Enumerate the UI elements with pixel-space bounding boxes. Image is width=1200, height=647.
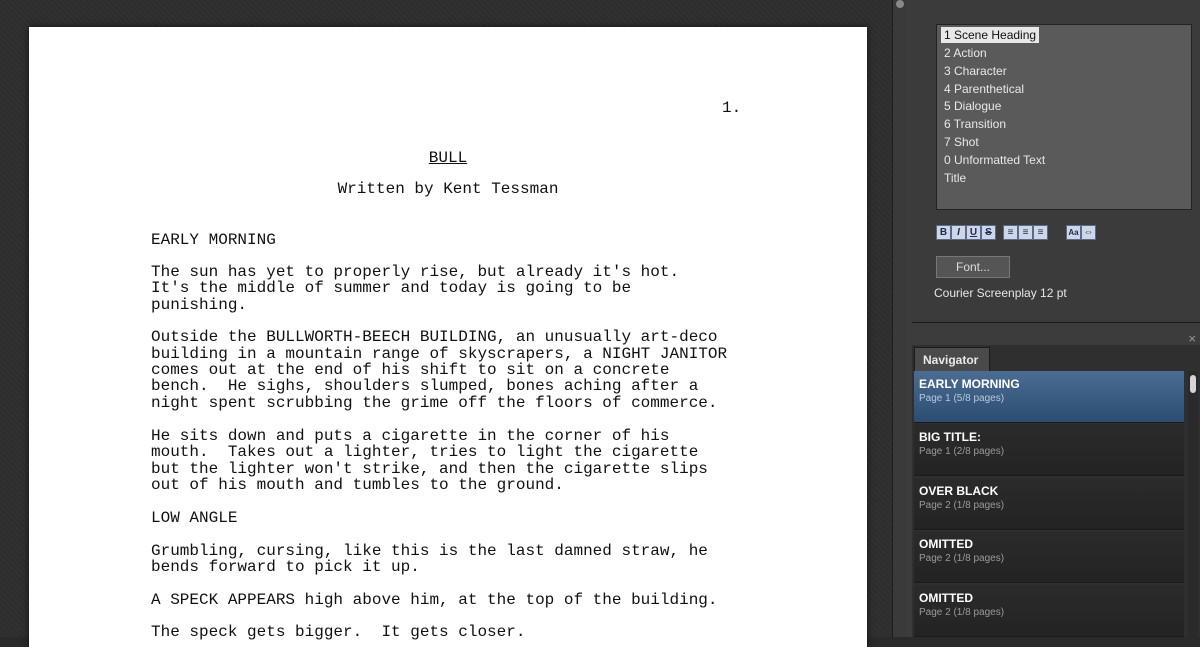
navigator-item[interactable]: OMITTED Page 2 (1/8 pages) (914, 531, 1184, 583)
element-item-unformatted-text[interactable]: 0 Unformatted Text (941, 152, 1048, 168)
action-line[interactable]: It's the middle of summer and today is g… (151, 280, 631, 297)
element-type-list[interactable]: 1 Scene Heading 2 Action 3 Character 4 P… (936, 24, 1192, 210)
action-line[interactable]: bench. He sighs, shoulders slumped, bone… (151, 378, 698, 395)
navigator-item-title: EARLY MORNING (919, 377, 1020, 391)
navigator-item[interactable]: BIG TITLE: Page 1 (2/8 pages) (914, 424, 1184, 476)
navigator-panel: Navigator EARLY MORNING Page 1 (5/8 page… (912, 345, 1200, 637)
element-item-parenthetical[interactable]: 4 Parenthetical (941, 81, 1027, 97)
script-page[interactable]: 1. BULL Written by Kent Tessman EARLY MO… (29, 27, 867, 647)
document-scrollbar-thumb[interactable] (896, 0, 904, 8)
navigator-scrollbar[interactable] (1188, 371, 1198, 637)
navigator-item-title: OMITTED (919, 537, 973, 551)
scene-heading[interactable]: EARLY MORNING (151, 232, 276, 249)
navigator-list[interactable]: EARLY MORNING Page 1 (5/8 pages) BIG TIT… (914, 371, 1186, 637)
document-scrollbar[interactable] (892, 0, 907, 637)
action-line[interactable]: Outside the BULLWORTH-BEECH BUILDING, an… (151, 329, 718, 346)
elements-panel: 1 Scene Heading 2 Action 3 Character 4 P… (912, 0, 1200, 323)
shot-heading[interactable]: LOW ANGLE (151, 510, 237, 527)
action-line[interactable]: A SPECK APPEARS high above him, at the t… (151, 592, 718, 609)
script-title[interactable]: BULL (29, 149, 867, 167)
tab-navigator[interactable]: Navigator (914, 347, 990, 371)
script-byline[interactable]: Written by Kent Tessman (29, 180, 867, 198)
navigator-item[interactable]: EARLY MORNING Page 1 (5/8 pages) (914, 371, 1184, 423)
action-line[interactable]: The speck gets bigger. It gets closer. (151, 624, 525, 641)
element-item-action[interactable]: 2 Action (941, 45, 990, 61)
navigator-item-pages: Page 2 (1/8 pages) (919, 500, 1005, 511)
navigator-item[interactable]: OMITTED Page 2 (1/8 pages) (914, 585, 1184, 637)
action-line[interactable]: night spent scrubbing the grime off the … (151, 395, 718, 412)
script-editor-area[interactable]: 1. BULL Written by Kent Tessman EARLY MO… (0, 0, 892, 647)
navigator-item-pages: Page 2 (1/8 pages) (919, 607, 1005, 618)
action-line[interactable]: punishing. (151, 297, 247, 314)
align-right-icon[interactable]: ≡ (1033, 225, 1048, 240)
action-line[interactable]: out of his mouth and tumbles to the grou… (151, 477, 564, 494)
action-line[interactable]: mouth. Takes out a lighter, tries to lig… (151, 444, 698, 461)
navigator-item-title: OVER BLACK (919, 484, 999, 498)
element-item-scene-heading[interactable]: 1 Scene Heading (941, 27, 1040, 43)
bold-icon[interactable]: B (936, 225, 951, 240)
navigator-item[interactable]: OVER BLACK Page 2 (1/8 pages) (914, 478, 1184, 530)
swap-icon[interactable]: ⇔ (1081, 225, 1096, 240)
strikethrough-icon[interactable]: S (981, 225, 996, 240)
navigator-item-pages: Page 1 (5/8 pages) (919, 393, 1005, 404)
navigator-item-pages: Page 1 (2/8 pages) (919, 446, 1005, 457)
italic-icon[interactable]: I (951, 225, 966, 240)
element-item-title[interactable]: Title (941, 170, 969, 186)
align-left-icon[interactable]: ≡ (1003, 225, 1018, 240)
align-center-icon[interactable]: ≡ (1018, 225, 1033, 240)
underline-icon[interactable]: U (966, 225, 981, 240)
element-item-character[interactable]: 3 Character (941, 63, 1010, 79)
font-button[interactable]: Font... (936, 256, 1010, 278)
navigator-item-title: OMITTED (919, 591, 973, 605)
element-item-shot[interactable]: 7 Shot (941, 134, 982, 150)
font-size-icon[interactable]: Aa (1066, 225, 1081, 240)
navigator-scrollbar-thumb[interactable] (1190, 375, 1196, 393)
element-item-dialogue[interactable]: 5 Dialogue (941, 98, 1004, 114)
navigator-item-title: BIG TITLE: (919, 430, 981, 444)
inspector-panel: 1 Scene Heading 2 Action 3 Character 4 P… (906, 0, 1200, 637)
font-label: Courier Screenplay 12 pt (934, 286, 1067, 300)
action-line[interactable]: bends forward to pick it up. (151, 559, 420, 576)
page-number: 1. (722, 99, 742, 117)
close-icon[interactable]: × (1188, 331, 1196, 346)
navigator-item-pages: Page 2 (1/8 pages) (919, 553, 1005, 564)
element-item-transition[interactable]: 6 Transition (941, 116, 1009, 132)
